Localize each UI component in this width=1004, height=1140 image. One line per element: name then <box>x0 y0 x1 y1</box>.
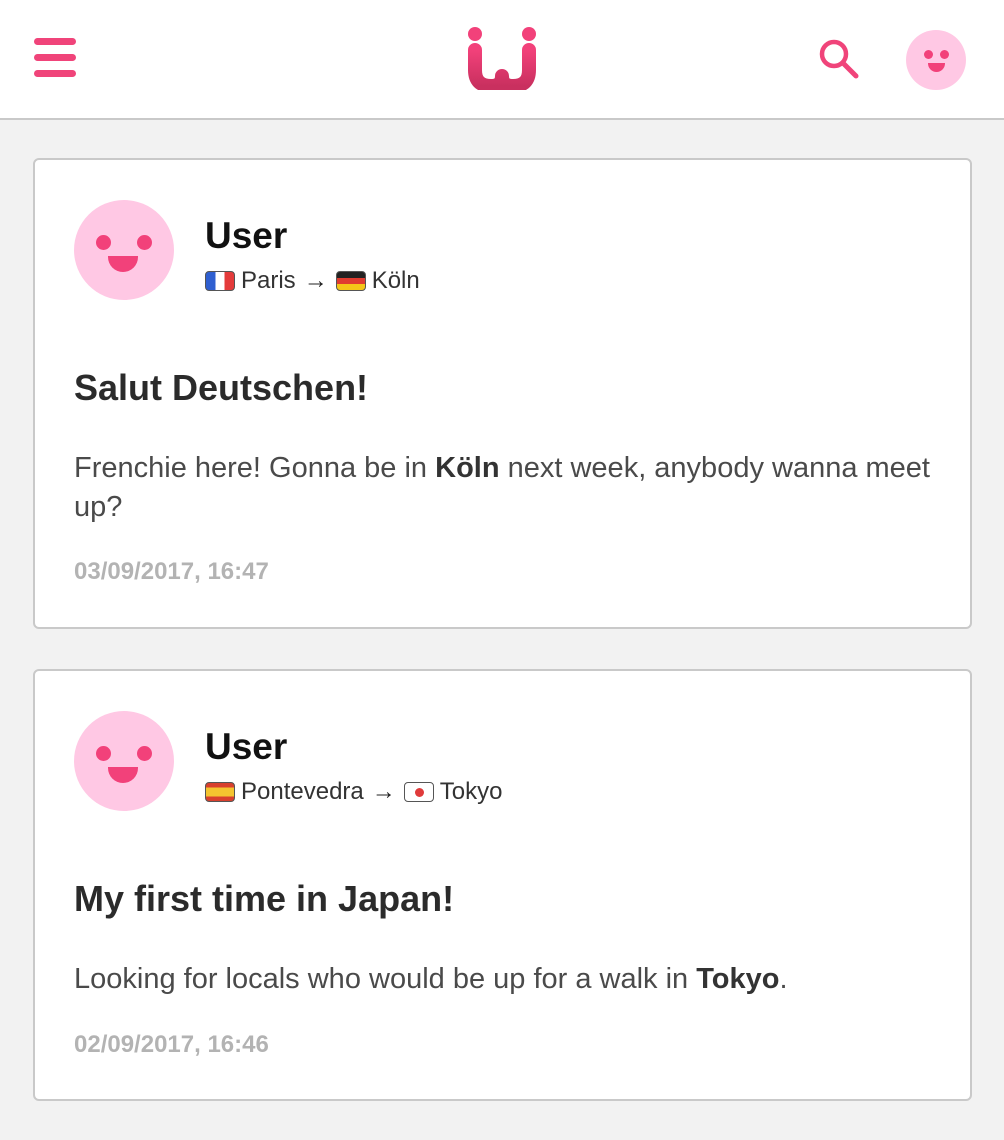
route-to-city: Köln <box>371 267 420 294</box>
wi-logo-icon[interactable] <box>466 26 538 90</box>
flag-spain-icon <box>205 782 235 802</box>
post-body: Looking for locals who would be up for a… <box>74 960 944 999</box>
post-card[interactable]: User Pontevedra → Tokyo My first time in… <box>33 669 972 1101</box>
smiley-avatar-icon[interactable] <box>74 711 174 811</box>
menu-bar-top <box>34 38 76 45</box>
app-header <box>0 0 1004 120</box>
avatar-mouth <box>928 63 945 72</box>
post-username[interactable]: User <box>205 725 287 769</box>
travel-route: Paris → Köln <box>205 266 420 296</box>
avatar-eye-right <box>137 235 152 250</box>
post-timestamp: 02/09/2017, 16:46 <box>74 1031 269 1058</box>
avatar-mouth <box>108 767 138 783</box>
post-username[interactable]: User <box>205 214 287 258</box>
smiley-avatar-icon[interactable] <box>906 30 966 90</box>
route-to-city: Tokyo <box>439 778 503 805</box>
route-from-city: Pontevedra <box>241 778 364 805</box>
avatar-eye-left <box>924 50 933 59</box>
post-title: Salut Deutschen! <box>74 367 369 408</box>
menu-bar-bottom <box>34 70 76 77</box>
avatar-eye-left <box>96 235 111 250</box>
post-body-text: Frenchie here! Gonna be in <box>74 452 436 484</box>
flag-france-icon <box>205 271 235 291</box>
travel-route: Pontevedra → Tokyo <box>205 777 502 807</box>
route-from-city: Paris <box>241 267 296 294</box>
search-icon[interactable] <box>818 38 860 80</box>
avatar-mouth <box>108 256 138 272</box>
menu-bar-middle <box>34 54 76 61</box>
post-body-text: . <box>779 963 788 995</box>
avatar-eye-left <box>96 746 111 761</box>
avatar-eye-right <box>940 50 949 59</box>
arrow-right-icon: → <box>371 778 396 805</box>
post-title: My first time in Japan! <box>74 878 455 919</box>
hamburger-menu-icon[interactable] <box>34 38 78 78</box>
avatar-eye-right <box>137 746 152 761</box>
post-body-highlight: Tokyo <box>696 963 780 995</box>
post-timestamp: 03/09/2017, 16:47 <box>74 558 269 585</box>
post-body: Frenchie here! Gonna be in Köln next wee… <box>74 449 944 527</box>
flag-germany-icon <box>335 271 366 291</box>
post-body-highlight: Köln <box>435 452 500 484</box>
flag-japan-icon <box>403 782 434 802</box>
post-body-text: Looking for locals who would be up for a… <box>74 963 697 995</box>
post-card[interactable]: User Paris → Köln Salut Deutschen! Frenc… <box>33 158 972 629</box>
smiley-avatar-icon[interactable] <box>74 200 174 300</box>
arrow-right-icon: → <box>303 267 328 294</box>
